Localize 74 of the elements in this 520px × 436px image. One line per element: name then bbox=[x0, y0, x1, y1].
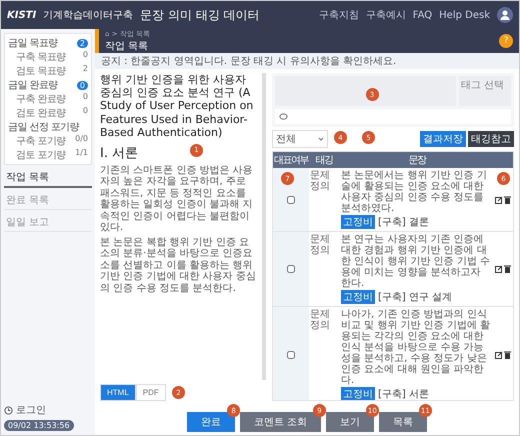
menu-item[interactable]: 일일 보고 bbox=[4, 213, 92, 232]
stat-label: 검토 포기량 bbox=[16, 149, 66, 162]
editor-button[interactable]: 결과저장 bbox=[420, 131, 466, 147]
stat-value: 0 bbox=[82, 92, 88, 103]
checkbox[interactable] bbox=[287, 351, 295, 359]
count-badge: 2 bbox=[76, 38, 88, 48]
logo-text: 기계학습데이터구축 bbox=[43, 9, 134, 22]
tag-select[interactable]: 태그 선택 bbox=[459, 76, 511, 106]
section-heading: I. 서론 bbox=[100, 146, 138, 161]
count-badge: 0 bbox=[76, 80, 88, 90]
format-tab[interactable]: HTML bbox=[100, 384, 136, 401]
header-link[interactable]: Help Desk bbox=[439, 10, 490, 20]
group-title: 금일 완료량 bbox=[8, 79, 58, 92]
action-button[interactable]: 코멘트 조회 bbox=[240, 412, 321, 432]
page-title: 작업 목록 bbox=[105, 40, 150, 53]
stat-label: 구축 목표량 bbox=[16, 51, 66, 64]
stat-label: 구축 완료량 bbox=[16, 93, 66, 106]
paragraph: 본 논문은 복합 행위 기반 인증 요소의 분류·분석을 바탕으로 인증요소를 선별하고 이를 활용하는 행위 기반 인증 기법에 대한 사용자 중심의 인증 수용 정도를 분석한다. bbox=[100, 236, 257, 294]
stat-value: 1/1 bbox=[75, 148, 88, 159]
header-link[interactable]: 구축지침 bbox=[318, 8, 359, 22]
stat-value: 0 bbox=[82, 50, 88, 61]
category-cell-text: 문제 정의 bbox=[309, 169, 331, 194]
header-link[interactable]: FAQ bbox=[412, 10, 432, 20]
trash-icon[interactable] bbox=[504, 196, 511, 204]
sentence-text: 나아가, 기존 인증 방법과의 인식 비교 및 행위 기반 인증 기법에 활용되는 각각의 인증 요소에 대한 인식 분석을 바탕으로 수용 가능성을 분석하고, 수용 정도가 낮은 인증 요소에 대해 원인을 파악한다. bbox=[341, 309, 492, 386]
login-label: 로그인 bbox=[16, 404, 46, 417]
clock-icon bbox=[4, 406, 13, 414]
menu-item[interactable]: 작업 목록 bbox=[4, 168, 92, 188]
action-button[interactable]: 보기 bbox=[326, 412, 374, 432]
action-button[interactable]: 완료 bbox=[187, 412, 236, 432]
stat-value: 0/0 bbox=[75, 134, 88, 145]
speech-bubble-icon bbox=[279, 112, 288, 120]
stat-label: 검토 완료량 bbox=[16, 107, 66, 120]
category-cell-text: 문제 정의 bbox=[309, 308, 331, 333]
group-title: 금일 목표량 bbox=[8, 37, 58, 50]
column-header: 대표여부 bbox=[273, 154, 309, 168]
format-tab[interactable]: PDF bbox=[136, 384, 166, 401]
section-label: [구축] 서론 bbox=[378, 388, 429, 400]
column-header: 태깅 bbox=[314, 154, 334, 168]
app-title: 문장 의미 태깅 데이터 bbox=[140, 6, 261, 24]
chevron-down-icon bbox=[318, 136, 324, 142]
login-time: 09/02 13:53:56 bbox=[4, 420, 74, 431]
editor-button[interactable]: 태깅참고 bbox=[468, 131, 514, 147]
avatar-icon[interactable] bbox=[497, 7, 513, 23]
paragraph: 기존의 스마트폰 인증 방법은 사용자의 높은 자각을 요구하며, 주로 패스워드, 지문 등 정적인 요소를 활용하는 일회성 인증이 불과해 지속적인 인증이 어렵다는 불편함이 있다. bbox=[100, 164, 254, 234]
menu-item[interactable]: 완료 목록 bbox=[4, 191, 92, 210]
action-button[interactable]: 목록 bbox=[378, 412, 427, 432]
comment-field[interactable] bbox=[275, 109, 511, 124]
logo: KISTI bbox=[7, 10, 36, 20]
tag-badge: 고정비 bbox=[341, 215, 375, 229]
sentence-text: 본 연구는 사용자의 기존 인증에 대한 경험과 행위 기반 인증에 대한 인식이 행위 기반 인증 기법 수용에 미치는 영향을 분석하고자 한다. bbox=[341, 234, 492, 289]
stat-label: 구축 포기량 bbox=[16, 135, 66, 148]
section-label: [구축] 연구 설계 bbox=[378, 291, 452, 304]
checkbox[interactable] bbox=[287, 265, 295, 273]
edit-icon[interactable] bbox=[495, 196, 503, 204]
stat-value: 0 bbox=[82, 106, 88, 117]
trash-icon[interactable] bbox=[504, 351, 511, 359]
stat-label: 검토 목표량 bbox=[16, 65, 66, 78]
header-link[interactable]: 구축예시 bbox=[366, 8, 406, 22]
sentence-text: 본 논문에서는 행위 기반 인증 기술에 활용되는 인증 요소에 대한 사용자 중심의 인증 수용 정도를 분석하였다. bbox=[341, 170, 488, 214]
tag-badge: 고정비 bbox=[341, 290, 375, 304]
notice-bar: 공지 : 한줄공지 영역입니다. 문장 태깅 시 유의사항을 확인하세요. bbox=[95, 53, 519, 69]
category-cell-text: 문제 정의 bbox=[309, 233, 331, 258]
filter-select[interactable]: 전체 bbox=[272, 130, 328, 148]
tag-badge: 고정비 bbox=[341, 387, 375, 400]
edit-icon[interactable] bbox=[495, 265, 503, 273]
group-title: 금일 선정 포기량 bbox=[8, 121, 79, 134]
edit-icon[interactable] bbox=[495, 351, 503, 359]
trash-icon[interactable] bbox=[504, 265, 511, 273]
stat-value: 2 bbox=[82, 64, 88, 75]
column-header: 문장 bbox=[408, 154, 427, 168]
document-title: 행위 기반 인증을 위한 사용자 중심의 인증 요소 분석 연구 (A Study of User Perception on Features Used in Behavior-Based Authentication) bbox=[100, 73, 254, 139]
section-label: [구축] 결론 bbox=[378, 216, 429, 229]
checkbox[interactable] bbox=[287, 196, 295, 204]
